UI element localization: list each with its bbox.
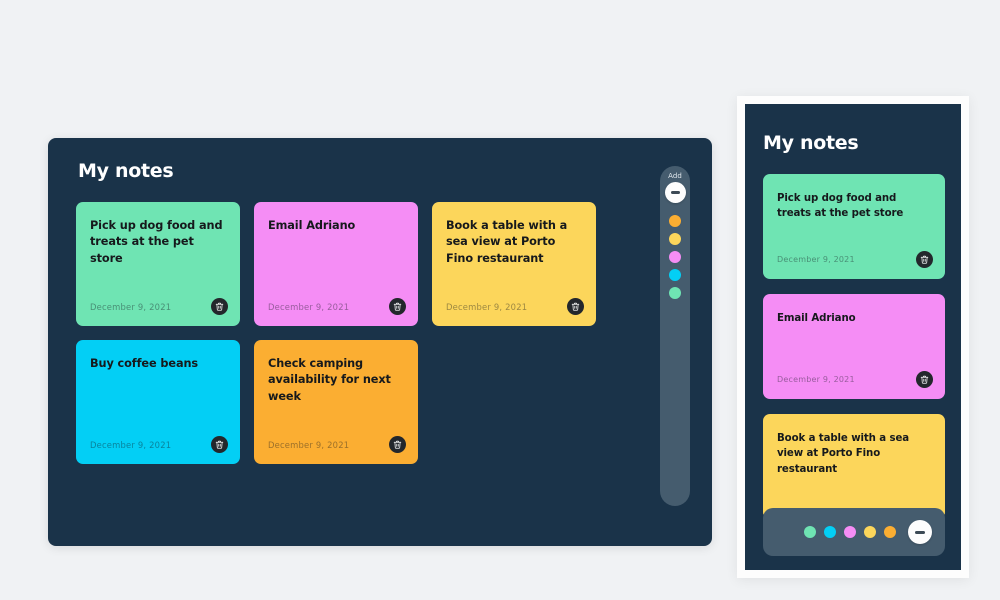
mobile-color-swatch-cyan[interactable]	[824, 526, 836, 538]
note-date: December 9, 2021	[90, 301, 172, 312]
desktop-notes-board: My notes Pick up dog food and treats at …	[48, 138, 712, 546]
mobile-color-swatch-yellow[interactable]	[864, 526, 876, 538]
mobile-color-swatch-orange[interactable]	[884, 526, 896, 538]
mobile-page-title: My notes	[763, 132, 859, 154]
note-text: Buy coffee beans	[90, 357, 199, 370]
mobile-note-text: Email Adriano	[777, 313, 856, 324]
note-card[interactable]: Buy coffee beans December 9, 2021	[76, 340, 240, 464]
note-text: Check camping availability for next week	[268, 357, 391, 403]
mobile-note-footer: December 9, 2021	[777, 371, 933, 388]
delete-note-icon[interactable]	[916, 251, 933, 268]
mobile-color-swatch-green[interactable]	[804, 526, 816, 538]
color-sidebar: Add	[660, 166, 690, 506]
color-swatch-pink[interactable]	[669, 251, 681, 263]
color-swatch-orange[interactable]	[669, 215, 681, 227]
note-card[interactable]: Check camping availability for next week…	[254, 340, 418, 464]
note-footer: December 9, 2021	[90, 436, 228, 453]
mobile-preview-frame: My notes Pick up dog food and treats at …	[737, 96, 969, 578]
color-swatch-cyan[interactable]	[669, 269, 681, 281]
minus-icon	[915, 530, 925, 534]
note-text: Pick up dog food and treats at the pet s…	[90, 219, 223, 265]
notes-grid: Pick up dog food and treats at the pet s…	[76, 202, 656, 464]
delete-note-icon[interactable]	[389, 298, 406, 315]
mobile-note-text: Book a table with a sea view at Porto Fi…	[777, 433, 910, 475]
delete-note-icon[interactable]	[389, 436, 406, 453]
note-card[interactable]: Book a table with a sea view at Porto Fi…	[432, 202, 596, 326]
note-date: December 9, 2021	[268, 301, 350, 312]
delete-note-icon[interactable]	[211, 298, 228, 315]
mobile-notes-list: Pick up dog food and treats at the pet s…	[763, 174, 945, 519]
mobile-color-bar	[763, 508, 945, 556]
mobile-note-card[interactable]: Pick up dog food and treats at the pet s…	[763, 174, 945, 279]
mobile-note-text: Pick up dog food and treats at the pet s…	[777, 193, 904, 220]
note-text: Email Adriano	[268, 219, 356, 232]
add-label: Add	[668, 172, 682, 180]
color-swatch-yellow[interactable]	[669, 233, 681, 245]
mobile-notes-panel: My notes Pick up dog food and treats at …	[745, 104, 961, 570]
minus-icon	[670, 191, 680, 194]
note-footer: December 9, 2021	[446, 298, 584, 315]
note-date: December 9, 2021	[90, 439, 172, 450]
color-swatch-green[interactable]	[669, 287, 681, 299]
note-date: December 9, 2021	[446, 301, 528, 312]
add-note-button[interactable]	[664, 182, 686, 203]
mobile-note-date: December 9, 2021	[777, 255, 855, 264]
mobile-note-card[interactable]: Email Adriano December 9, 2021	[763, 294, 945, 399]
delete-note-icon[interactable]	[567, 298, 584, 315]
note-footer: December 9, 2021	[90, 298, 228, 315]
note-text: Book a table with a sea view at Porto Fi…	[446, 219, 568, 265]
mobile-note-date: December 9, 2021	[777, 375, 855, 384]
mobile-note-card[interactable]: Book a table with a sea view at Porto Fi…	[763, 414, 945, 519]
page-title: My notes	[78, 160, 174, 182]
delete-note-icon[interactable]	[916, 371, 933, 388]
mobile-note-footer: December 9, 2021	[777, 251, 933, 268]
note-card[interactable]: Email Adriano December 9, 2021	[254, 202, 418, 326]
color-swatch-list	[669, 215, 681, 299]
note-footer: December 9, 2021	[268, 436, 406, 453]
delete-note-icon[interactable]	[211, 436, 228, 453]
note-date: December 9, 2021	[268, 439, 350, 450]
mobile-color-swatch-pink[interactable]	[844, 526, 856, 538]
mobile-color-swatch-list	[804, 526, 896, 538]
note-footer: December 9, 2021	[268, 298, 406, 315]
note-card[interactable]: Pick up dog food and treats at the pet s…	[76, 202, 240, 326]
mobile-add-note-button[interactable]	[908, 520, 932, 544]
